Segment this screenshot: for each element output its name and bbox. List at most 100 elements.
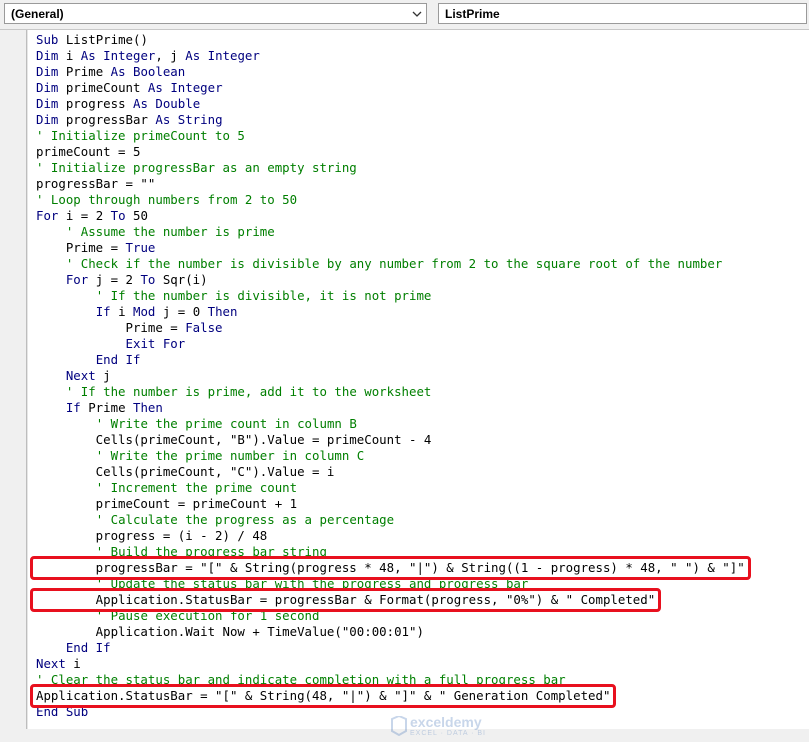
keyword-token: As [155, 112, 171, 127]
object-dropdown[interactable]: (General) [4, 3, 427, 24]
code-line[interactable]: End If [36, 352, 141, 368]
code-line[interactable]: Dim Prime As Boolean [36, 64, 185, 80]
code-line[interactable]: If Prime Then [36, 400, 163, 416]
code-line[interactable]: ' Increment the prime count [36, 480, 297, 496]
procedure-dropdown-value: ListPrime [445, 7, 500, 21]
comment-token: ' Initialize primeCount to 5 [36, 128, 245, 143]
keyword-token: String [177, 112, 223, 127]
code-token: ListPrime() [58, 32, 148, 47]
code-line[interactable]: ' Initialize primeCount to 5 [36, 128, 245, 144]
highlight-box [30, 588, 661, 612]
highlight-box [30, 556, 751, 580]
code-editor[interactable]: Sub ListPrime() Dim i As Integer, j As In… [27, 30, 809, 737]
code-window-toolbar: (General) ListPrime [0, 0, 809, 30]
code-line[interactable]: End If [36, 640, 111, 656]
keyword-token: To [140, 272, 156, 287]
code-token: , j [155, 48, 186, 63]
keyword-token: As [110, 64, 126, 79]
chevron-down-icon[interactable] [408, 4, 426, 23]
code-token: Prime = [36, 240, 126, 255]
code-token: j = 2 [88, 272, 141, 287]
code-line[interactable]: Dim i As Integer, j As Integer [36, 48, 260, 64]
code-line[interactable]: Exit For [36, 336, 186, 352]
keyword-token: Sub [36, 32, 59, 47]
code-line[interactable]: Cells(primeCount, "B").Value = primeCoun… [36, 432, 432, 448]
code-line[interactable]: ' Loop through numbers from 2 to 50 [36, 192, 297, 208]
keyword-token: Boolean [133, 64, 186, 79]
code-line[interactable]: If i Mod j = 0 Then [36, 304, 238, 320]
keyword-token: End If [95, 352, 141, 367]
code-line[interactable]: ' Assume the number is prime [36, 224, 275, 240]
exceldemy-logo-icon [391, 716, 407, 736]
comment-token: ' Write the prime number in column C [95, 448, 365, 463]
code-token: progressBar [58, 112, 156, 127]
keyword-token: End If [65, 640, 111, 655]
code-line[interactable]: For i = 2 To 50 [36, 208, 148, 224]
code-token: Sqr(i) [155, 272, 208, 287]
comment-token: ' Write the prime count in column B [95, 416, 357, 431]
margin-indicator-bar[interactable] [0, 30, 27, 729]
watermark-tagline: EXCEL · DATA · BI [410, 730, 486, 737]
object-dropdown-value: (General) [11, 7, 64, 21]
code-line[interactable]: Next i [36, 656, 81, 672]
code-token: Prime = [36, 320, 186, 335]
code-line[interactable]: progress = (i - 2) / 48 [36, 528, 268, 544]
code-line[interactable]: Dim progress As Double [36, 96, 200, 112]
code-line[interactable]: Application.Wait Now + TimeValue("00:00:… [36, 624, 424, 640]
keyword-token: Dim [36, 96, 59, 111]
procedure-dropdown[interactable]: ListPrime [438, 3, 807, 24]
code-token: primeCount = primeCount + 1 [36, 496, 298, 511]
code-token: i [110, 304, 133, 319]
code-line[interactable]: ' Initialize progressBar as an empty str… [36, 160, 357, 176]
code-line[interactable]: Dim progressBar As String [36, 112, 223, 128]
code-line[interactable]: Cells(primeCount, "C").Value = i [36, 464, 335, 480]
code-token: progress [58, 96, 133, 111]
code-line[interactable]: Prime = False [36, 320, 223, 336]
code-line[interactable]: ' If the number is divisible, it is not … [36, 288, 432, 304]
code-line[interactable]: ' If the number is prime, add it to the … [36, 384, 432, 400]
code-line[interactable]: ' Write the prime count in column B [36, 416, 357, 432]
keyword-token: Integer [170, 80, 223, 95]
keyword-token: Dim [36, 112, 59, 127]
code-line[interactable]: Sub ListPrime() [36, 32, 148, 48]
code-line[interactable]: For j = 2 To Sqr(i) [36, 272, 208, 288]
keyword-token: If [95, 304, 111, 319]
code-line[interactable]: Next j [36, 368, 111, 384]
code-token: progress = (i - 2) / 48 [36, 528, 268, 543]
watermark-logo: exceldemy EXCEL · DATA · BI [390, 714, 500, 742]
code-line[interactable]: ' Write the prime number in column C [36, 448, 365, 464]
keyword-token: Next [36, 656, 66, 671]
code-line[interactable]: primeCount = 5 [36, 144, 140, 160]
keyword-token: For [65, 272, 89, 287]
comment-token: ' Initialize progressBar as an empty str… [36, 160, 357, 175]
keyword-token: Dim [36, 64, 59, 79]
keyword-token: As [147, 80, 163, 95]
code-line[interactable]: primeCount = primeCount + 1 [36, 496, 297, 512]
keyword-token: If [65, 400, 81, 415]
keyword-token: Integer [103, 48, 156, 63]
code-line[interactable]: ' Calculate the progress as a percentage [36, 512, 394, 528]
code-token: primeCount = 5 [36, 144, 141, 159]
code-line[interactable]: ' Check if the number is divisible by an… [36, 256, 722, 272]
code-token: Prime [58, 64, 111, 79]
code-line[interactable]: Prime = True [36, 240, 156, 256]
code-line[interactable]: progressBar = "" [36, 176, 155, 192]
code-line[interactable]: Dim primeCount As Integer [36, 80, 223, 96]
comment-token: ' Loop through numbers from 2 to 50 [36, 192, 298, 207]
code-token: i = 2 [58, 208, 111, 223]
code-token: 50 [125, 208, 148, 223]
